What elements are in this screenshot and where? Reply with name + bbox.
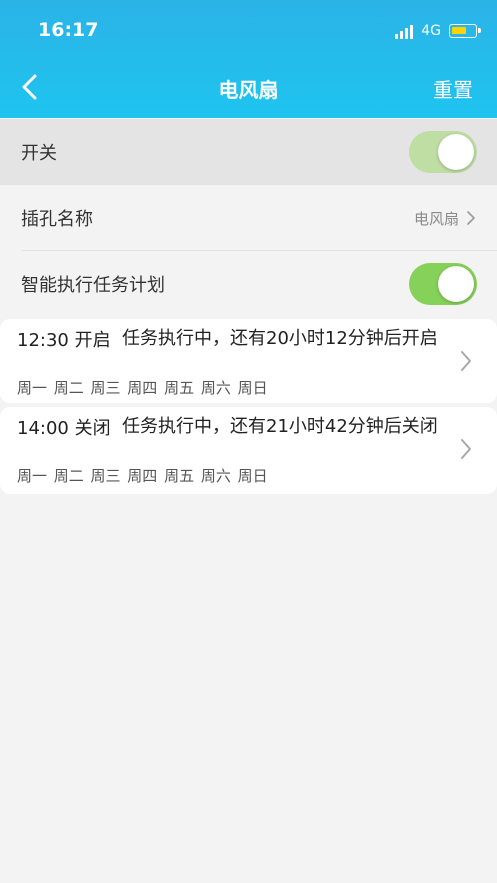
- smart-schedule-row: 智能执行任务计划: [0, 251, 497, 317]
- network-type: 4G: [421, 23, 441, 39]
- toggle-knob: [438, 134, 474, 170]
- battery-icon: [449, 24, 481, 38]
- power-toggle[interactable]: [409, 131, 477, 173]
- smart-schedule-toggle[interactable]: [409, 263, 477, 305]
- power-row: 开关: [0, 119, 497, 185]
- status-time: 16:17: [38, 19, 99, 41]
- schedule-days: 周一 周二 周三 周四 周五 周六 周日: [17, 379, 268, 397]
- smart-schedule-label: 智能执行任务计划: [21, 275, 165, 296]
- socket-name-label: 插孔名称: [21, 209, 93, 230]
- chevron-right-icon: [461, 439, 471, 459]
- page-title: 电风扇: [218, 78, 279, 102]
- socket-name-value: 电风扇: [413, 209, 459, 228]
- toggle-knob: [438, 266, 474, 302]
- signal-icon: [395, 23, 414, 39]
- chevron-right-icon: [467, 211, 475, 225]
- schedule-days: 周一 周二 周三 周四 周五 周六 周日: [17, 467, 268, 485]
- power-label: 开关: [21, 143, 57, 164]
- app-header: 16:17 4G 电风扇 重置: [0, 0, 497, 118]
- socket-name-row[interactable]: 插孔名称 电风扇: [0, 185, 497, 251]
- chevron-right-icon: [461, 351, 471, 371]
- schedule-time-action: 12:30 开启: [17, 330, 111, 351]
- status-indicators: 4G: [395, 20, 481, 42]
- schedule-description: 任务执行中，还有20小时12分钟后开启: [122, 328, 438, 349]
- schedule-description: 任务执行中，还有21小时42分钟后关闭: [122, 416, 438, 437]
- reset-button[interactable]: 重置: [433, 74, 473, 103]
- schedule-time-action: 14:00 关闭: [17, 418, 111, 439]
- schedule-item[interactable]: 12:30 开启 任务执行中，还有20小时12分钟后开启 周一 周二 周三 周四…: [0, 319, 497, 403]
- schedule-item[interactable]: 14:00 关闭 任务执行中，还有21小时42分钟后关闭 周一 周二 周三 周四…: [0, 407, 497, 494]
